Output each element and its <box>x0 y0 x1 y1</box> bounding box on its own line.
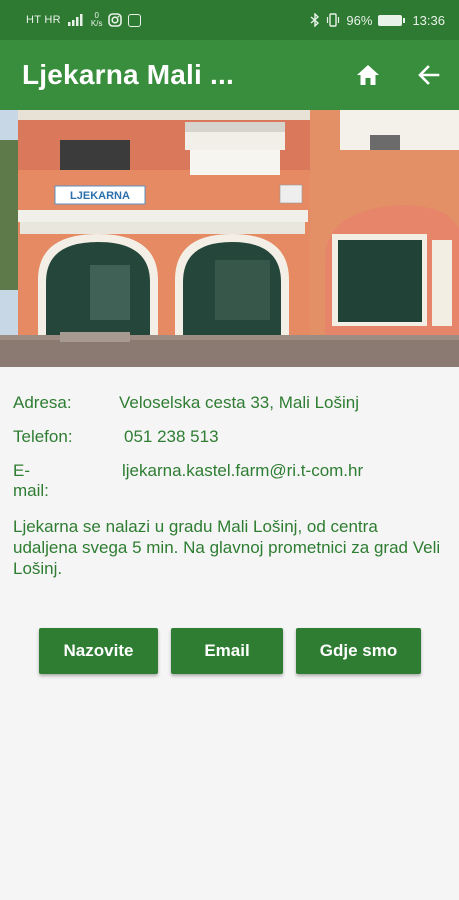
back-button[interactable] <box>413 59 445 91</box>
address-label: Adresa: <box>13 393 72 412</box>
pharmacy-photo: LJEKARNA <box>0 110 459 367</box>
battery-percent: 96% <box>346 12 373 28</box>
email-button[interactable]: Email <box>171 628 283 674</box>
phone-value[interactable]: 051 238 513 <box>124 427 219 447</box>
location-button[interactable]: Gdje smo <box>296 628 421 674</box>
app-bar: Ljekarna Mali ... <box>0 40 459 110</box>
home-button[interactable] <box>352 59 384 91</box>
network-speed: 0 K/s <box>91 12 103 28</box>
pharmacy-building-image: LJEKARNA <box>0 110 459 367</box>
signal-icon <box>67 14 83 26</box>
network-speed-unit: K/s <box>90 19 103 28</box>
home-icon <box>357 65 379 85</box>
sign-text: LJEKARNA <box>70 190 130 202</box>
instagram-icon <box>108 13 123 27</box>
call-button[interactable]: Nazovite <box>39 628 158 674</box>
status-bar: HT HR 0 K/s 96% 13:36 <box>0 0 459 40</box>
battery-icon <box>378 14 406 26</box>
page-title: Ljekarna Mali ... <box>22 59 234 90</box>
phone-label: Telefon: <box>13 427 73 446</box>
pharmacy-description: Ljekarna se nalazi u gradu Mali Lošinj, … <box>13 517 441 578</box>
clock: 13:36 <box>412 12 445 28</box>
carrier-label: HT HR <box>26 14 61 26</box>
bluetooth-icon <box>310 13 320 27</box>
address-value[interactable]: Veloselska cesta 33, Mali Lošinj <box>119 393 359 413</box>
vibrate-icon <box>327 13 340 27</box>
gallery-icon <box>128 13 142 27</box>
back-arrow-icon <box>418 65 440 85</box>
email-value[interactable]: ljekarna.kastel.farm@ri.t-com.hr <box>122 461 363 481</box>
email-label: E-mail: <box>13 461 49 500</box>
